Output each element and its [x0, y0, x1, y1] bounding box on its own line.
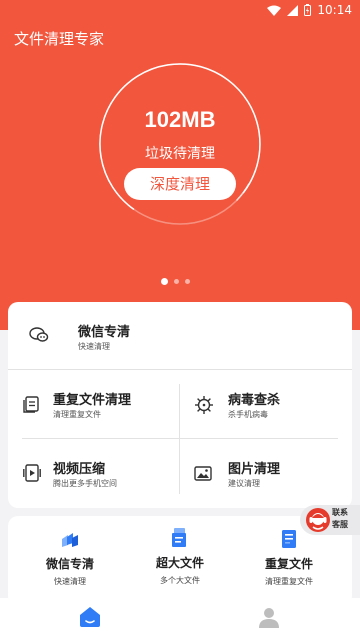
tab-profile[interactable] [258, 606, 280, 632]
document-icon [23, 396, 39, 417]
virus-icon [194, 395, 214, 419]
bottom-tab-bar [0, 598, 360, 640]
large-file-icon [171, 528, 189, 548]
feature-wechat-title: 微信专清 [78, 325, 131, 340]
tab-home[interactable] [79, 606, 101, 632]
feature-duplicate-clean[interactable]: 重复文件清理 清理重复文件 [8, 370, 179, 438]
quick-large-subtitle: 多个大文件 [160, 576, 200, 585]
duplicate-file-icon [281, 529, 297, 549]
quick-duplicate-files[interactable]: 重复文件 清理重复文件 [234, 529, 344, 587]
carousel-indicator [161, 278, 190, 285]
carousel-dot-3[interactable] [185, 279, 190, 284]
wechat-clean-icon [60, 531, 80, 549]
feature-virus-scan[interactable]: 病毒查杀 杀手机病毒 [180, 370, 352, 438]
quick-wechat-title: 微信专清 [45, 557, 94, 571]
deep-clean-button[interactable]: 深度清理 [124, 168, 236, 200]
quick-duplicate-subtitle: 清理重复文件 [265, 577, 313, 586]
feature-image-clean[interactable]: 图片清理 建议清理 [180, 439, 352, 507]
contact-support-label: 联系客服 [332, 508, 348, 529]
clock-time: 10:14 [317, 3, 352, 17]
feature-video-subtitle: 腾出更多手机空间 [53, 479, 117, 488]
quick-duplicate-title: 重复文件 [264, 557, 313, 571]
wechat-icon [29, 326, 49, 348]
feature-video-title: 视频压缩 [53, 462, 106, 477]
feature-card: 微信专清 快速清理 重复文件清理 清理重复文件 病毒查杀 杀手机病毒 视频压缩 … [8, 302, 352, 508]
image-icon [194, 466, 212, 485]
support-agent-icon [305, 507, 331, 537]
feature-virus-subtitle: 杀手机病毒 [228, 410, 268, 419]
wifi-icon [267, 5, 282, 16]
quick-tools-card: 微信专清 快速清理 超大文件 多个大文件 重复文件 清理重复文件 [8, 516, 352, 606]
junk-size: 102MB [144, 107, 216, 132]
video-icon [23, 464, 41, 486]
carousel-dot-1[interactable] [161, 278, 168, 285]
feature-image-title: 图片清理 [228, 462, 281, 477]
junk-status: 垃圾待清理 [145, 146, 215, 162]
contact-support-button[interactable]: 联系客服 [300, 505, 360, 535]
hero-panel: 10:14 文件清理专家 102MB 垃圾待清理 深度清理 [0, 0, 360, 330]
battery-icon [304, 4, 312, 16]
carousel-dot-2[interactable] [174, 279, 179, 284]
feature-video-compress[interactable]: 视频压缩 腾出更多手机空间 [8, 439, 179, 507]
feature-virus-title: 病毒查杀 [228, 393, 281, 408]
feature-wechat[interactable]: 微信专清 快速清理 [8, 302, 352, 370]
app-title: 文件清理专家 [14, 30, 105, 48]
feature-duplicate-subtitle: 清理重复文件 [53, 410, 101, 419]
quick-wechat-subtitle: 快速清理 [54, 577, 86, 586]
quick-large-title: 超大文件 [155, 556, 204, 570]
signal-icon [287, 4, 299, 16]
feature-duplicate-title: 重复文件清理 [53, 393, 132, 408]
quick-wechat-clean[interactable]: 微信专清 快速清理 [15, 531, 125, 587]
feature-image-subtitle: 建议清理 [228, 479, 260, 488]
feature-wechat-subtitle: 快速清理 [78, 342, 110, 351]
status-bar: 10:14 [0, 0, 360, 20]
profile-icon [258, 608, 280, 632]
home-icon [79, 607, 101, 632]
quick-large-files[interactable]: 超大文件 多个大文件 [125, 528, 235, 586]
